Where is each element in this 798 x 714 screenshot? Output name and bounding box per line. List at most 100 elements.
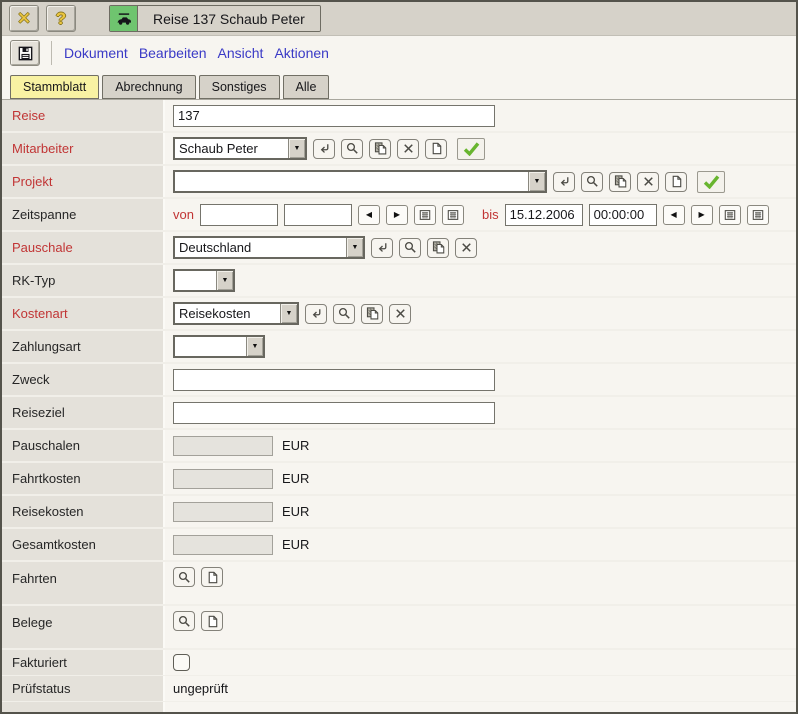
menu-bearbeiten[interactable]: Bearbeiten (139, 45, 207, 61)
von-time-input[interactable] (284, 204, 352, 226)
search-button[interactable] (399, 238, 421, 258)
bis-time-input[interactable] (589, 204, 657, 226)
row-reiseziel: Reiseziel (2, 397, 796, 430)
close-icon: ✕ (17, 10, 31, 27)
document-tab[interactable]: Reise 137 Schaub Peter (109, 5, 321, 32)
help-icon: ? (56, 10, 66, 27)
goto-icon (309, 306, 324, 321)
row-pauschale: Pauschale Deutschland ▼ (2, 232, 796, 265)
search-icon (177, 570, 192, 585)
confirm-button[interactable] (697, 171, 725, 193)
goto-button[interactable] (313, 139, 335, 159)
reise-input[interactable] (173, 105, 495, 127)
tab-alle[interactable]: Alle (283, 75, 330, 99)
pauschale-select[interactable]: Deutschland ▼ (173, 236, 365, 259)
bis-calendar-button[interactable] (719, 205, 741, 225)
search-button[interactable] (333, 304, 355, 324)
row-projekt: Projekt ▼ (2, 166, 796, 199)
tab-sonstiges[interactable]: Sonstiges (199, 75, 280, 99)
save-button[interactable] (10, 40, 40, 66)
chevron-down-icon[interactable]: ▼ (346, 238, 363, 257)
new-doc-button[interactable] (425, 139, 447, 159)
save-icon (17, 45, 34, 62)
row-fahrtkosten: Fahrtkosten EUR (2, 463, 796, 496)
pauschalen-amount-input (173, 436, 273, 456)
fahrtkosten-currency: EUR (282, 471, 309, 486)
chevron-down-icon[interactable]: ▼ (528, 172, 545, 191)
menu-ansicht[interactable]: Ansicht (218, 45, 264, 61)
kostenart-select-value: Reisekosten (175, 304, 280, 323)
von-next-day-button[interactable]: ▶ (386, 205, 408, 225)
bis-prev-day-button[interactable]: ◀ (663, 205, 685, 225)
reiseziel-input[interactable] (173, 402, 495, 424)
tab-abrechnung[interactable]: Abrechnung (102, 75, 195, 99)
pruefstatus-value: ungeprüft (173, 681, 228, 696)
goto-button[interactable] (371, 238, 393, 258)
row-zweck: Zweck (2, 364, 796, 397)
menu-dokument[interactable]: Dokument (64, 45, 128, 61)
rk-typ-select[interactable]: ▼ (173, 269, 235, 292)
clear-button[interactable] (389, 304, 411, 324)
chevron-down-icon[interactable]: ▼ (280, 304, 297, 323)
copy-icon (431, 240, 446, 255)
menu-aktionen[interactable]: Aktionen (274, 45, 328, 61)
row-mitarbeiter: Mitarbeiter Schaub Peter ▼ (2, 133, 796, 166)
check-icon (702, 174, 721, 189)
row-pruefstatus: Prüfstatus ungeprüft (2, 676, 796, 702)
von-prev-day-button[interactable]: ◀ (358, 205, 380, 225)
bis-next-day-button[interactable]: ▶ (691, 205, 713, 225)
goto-button[interactable] (305, 304, 327, 324)
row-kostenart: Kostenart Reisekosten ▼ (2, 298, 796, 331)
search-icon (345, 141, 360, 156)
kostenart-select[interactable]: Reisekosten ▼ (173, 302, 299, 325)
clear-button[interactable] (397, 139, 419, 159)
von-date-input[interactable] (200, 204, 278, 226)
mitarbeiter-select[interactable]: Schaub Peter ▼ (173, 137, 307, 160)
arrow-left-icon: ◀ (366, 210, 372, 219)
new-doc-button[interactable] (665, 172, 687, 192)
new-doc-button[interactable] (201, 611, 223, 631)
fahrten-label: Fahrten (2, 562, 165, 604)
chevron-down-icon[interactable]: ▼ (246, 337, 263, 356)
goto-button[interactable] (553, 172, 575, 192)
new-doc-icon (205, 614, 220, 629)
check-icon (462, 141, 481, 156)
help-button[interactable]: ? (46, 5, 76, 32)
chevron-down-icon[interactable]: ▼ (216, 271, 233, 290)
copy-button[interactable] (609, 172, 631, 192)
fakturiert-label: Fakturiert (2, 650, 165, 675)
pauschalen-label: Pauschalen (2, 430, 165, 461)
tab-stammblatt[interactable]: Stammblatt (10, 75, 99, 99)
calendar-icon (418, 208, 432, 222)
new-doc-button[interactable] (201, 567, 223, 587)
search-button[interactable] (173, 611, 195, 631)
search-button[interactable] (581, 172, 603, 192)
von-calendar-week-button[interactable] (442, 205, 464, 225)
row-zahlungsart: Zahlungsart ▼ (2, 331, 796, 364)
zahlungsart-select[interactable]: ▼ (173, 335, 265, 358)
arrow-left-icon: ◀ (671, 210, 677, 219)
bis-date-input[interactable] (505, 204, 583, 226)
fakturiert-checkbox[interactable] (173, 654, 190, 671)
search-button[interactable] (341, 139, 363, 159)
search-button[interactable] (173, 567, 195, 587)
von-calendar-button[interactable] (414, 205, 436, 225)
copy-button[interactable] (427, 238, 449, 258)
clear-icon (401, 141, 416, 156)
clear-button[interactable] (637, 172, 659, 192)
confirm-button[interactable] (457, 138, 485, 160)
new-doc-icon (669, 174, 684, 189)
reiseziel-label: Reiseziel (2, 397, 165, 428)
zweck-input[interactable] (173, 369, 495, 391)
projekt-select[interactable]: ▼ (173, 170, 547, 193)
chevron-down-icon[interactable]: ▼ (288, 139, 305, 158)
bis-calendar-week-button[interactable] (747, 205, 769, 225)
menubar: Dokument Bearbeiten Ansicht Aktionen (2, 36, 796, 70)
clear-button[interactable] (455, 238, 477, 258)
row-gesamtkosten: Gesamtkosten EUR (2, 529, 796, 562)
copy-button[interactable] (369, 139, 391, 159)
rk-typ-select-value (175, 271, 216, 290)
close-button[interactable]: ✕ (9, 5, 39, 32)
mitarbeiter-select-value: Schaub Peter (175, 139, 288, 158)
copy-button[interactable] (361, 304, 383, 324)
